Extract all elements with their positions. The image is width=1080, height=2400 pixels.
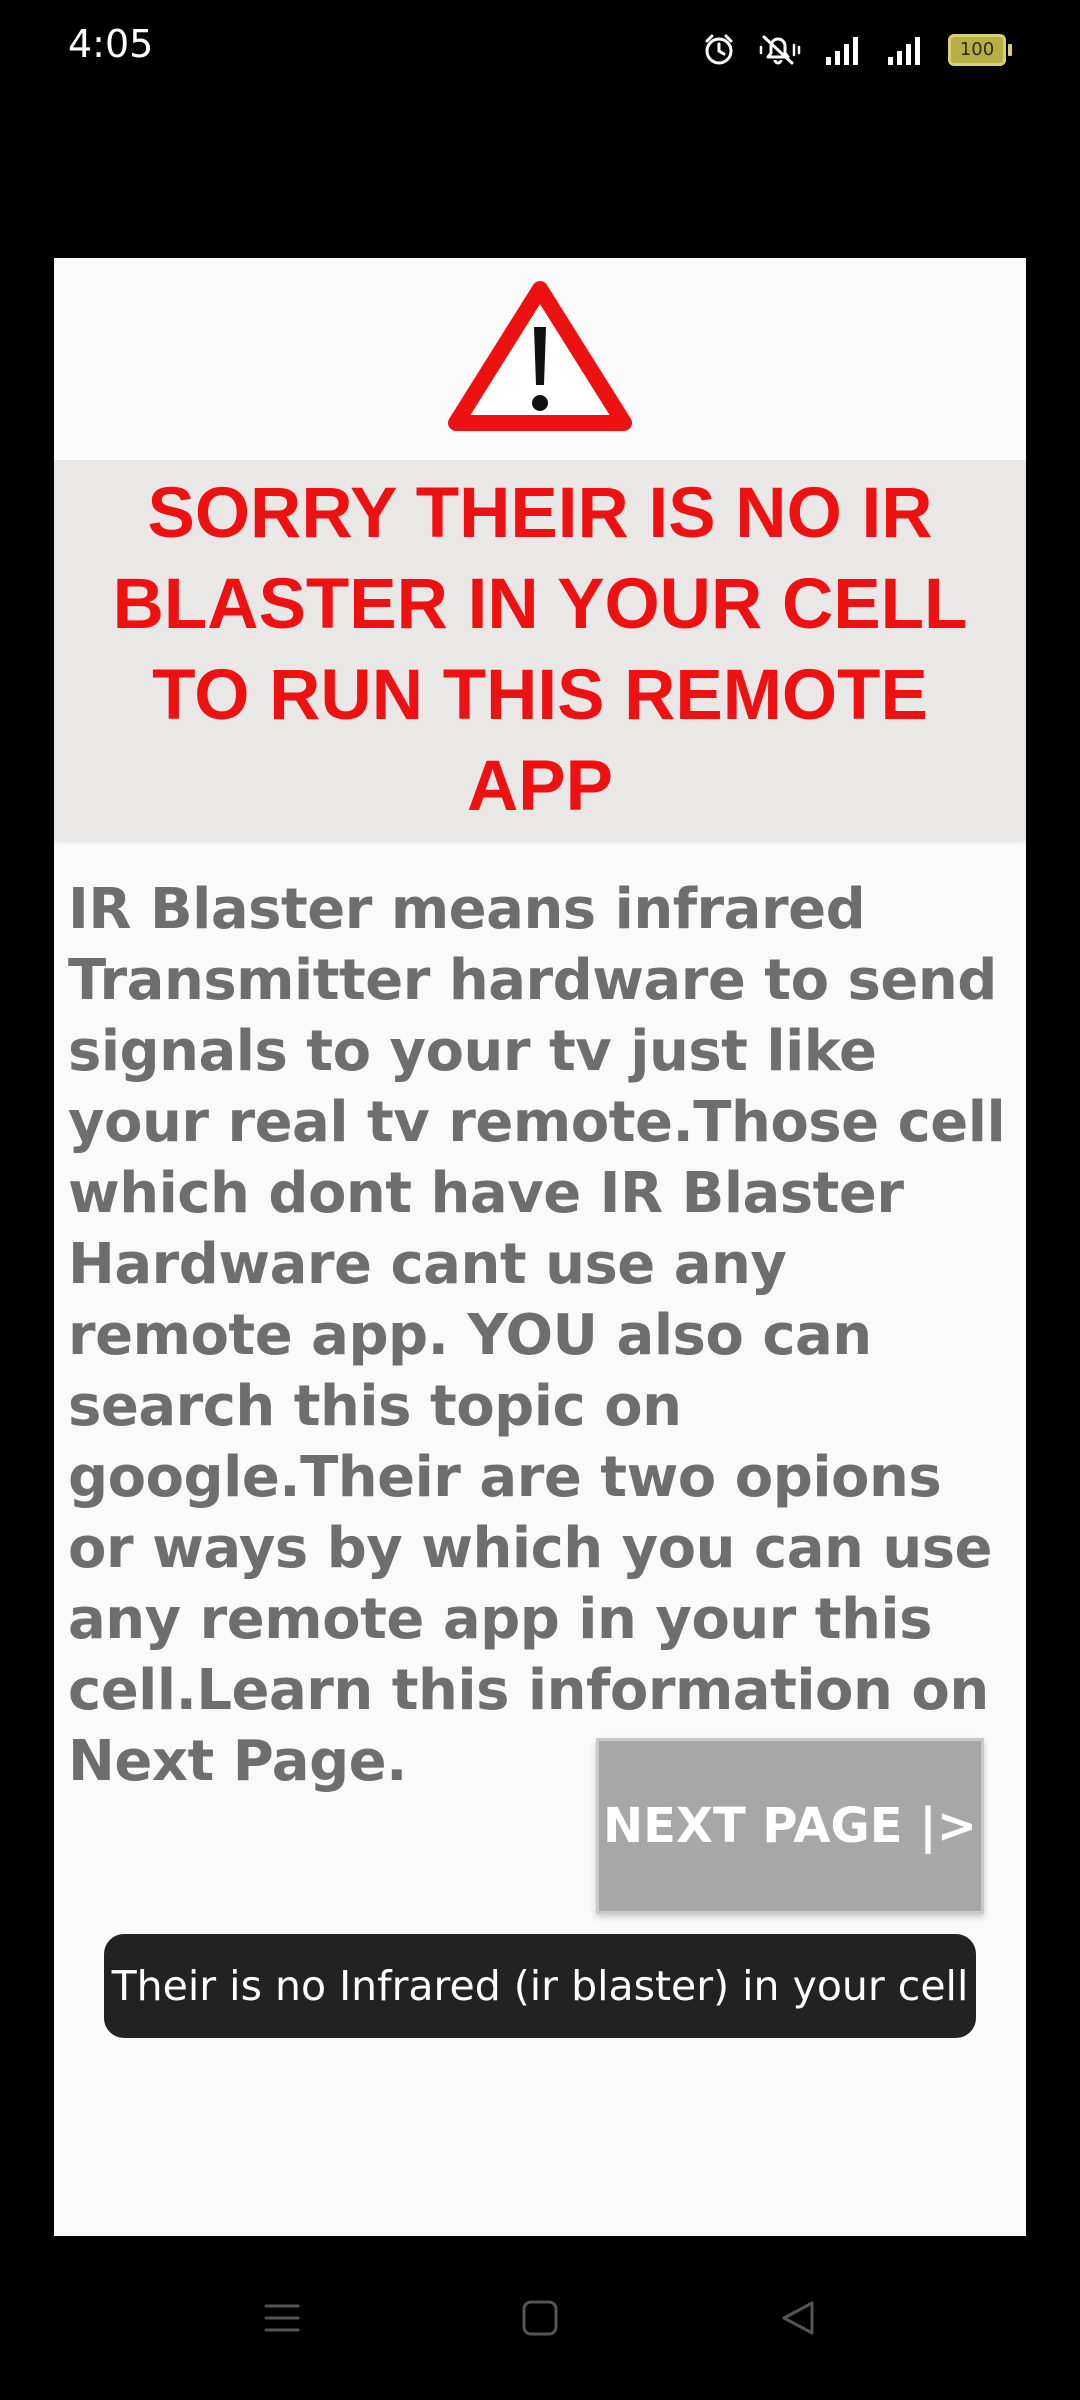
home-icon[interactable] xyxy=(520,2298,560,2343)
alarm-icon xyxy=(702,33,736,67)
title-panel: SORRY THEIR IS NO IR BLASTER IN YOUR CEL… xyxy=(54,460,1026,840)
signal-icon xyxy=(886,35,926,65)
toast-message: Their is no Infrared (ir blaster) in you… xyxy=(104,1934,976,2038)
warning-triangle-icon xyxy=(448,279,632,440)
status-time: 4:05 xyxy=(68,22,154,66)
ir-blaster-dialog: SORRY THEIR IS NO IR BLASTER IN YOUR CEL… xyxy=(54,258,1026,2236)
menu-icon[interactable] xyxy=(262,2298,302,2343)
navigation-bar xyxy=(0,2236,1080,2400)
status-bar: 4:05 100 xyxy=(0,0,1080,96)
toast-text: Their is no Infrared (ir blaster) in you… xyxy=(111,1962,969,2010)
dialog-body: IR Blaster means infrared Transmitter ha… xyxy=(68,877,1006,1794)
battery-icon: 100 xyxy=(948,34,1012,66)
status-icons: 100 xyxy=(702,28,1012,72)
next-page-button[interactable]: NEXT PAGE |> xyxy=(596,1738,984,1914)
warning-header xyxy=(54,258,1026,460)
signal-icon xyxy=(824,35,864,65)
dialog-title: SORRY THEIR IS NO IR BLASTER IN YOUR CEL… xyxy=(112,474,968,826)
bell-muted-icon xyxy=(758,33,802,67)
battery-level: 100 xyxy=(948,34,1006,66)
back-icon[interactable] xyxy=(778,2298,818,2343)
